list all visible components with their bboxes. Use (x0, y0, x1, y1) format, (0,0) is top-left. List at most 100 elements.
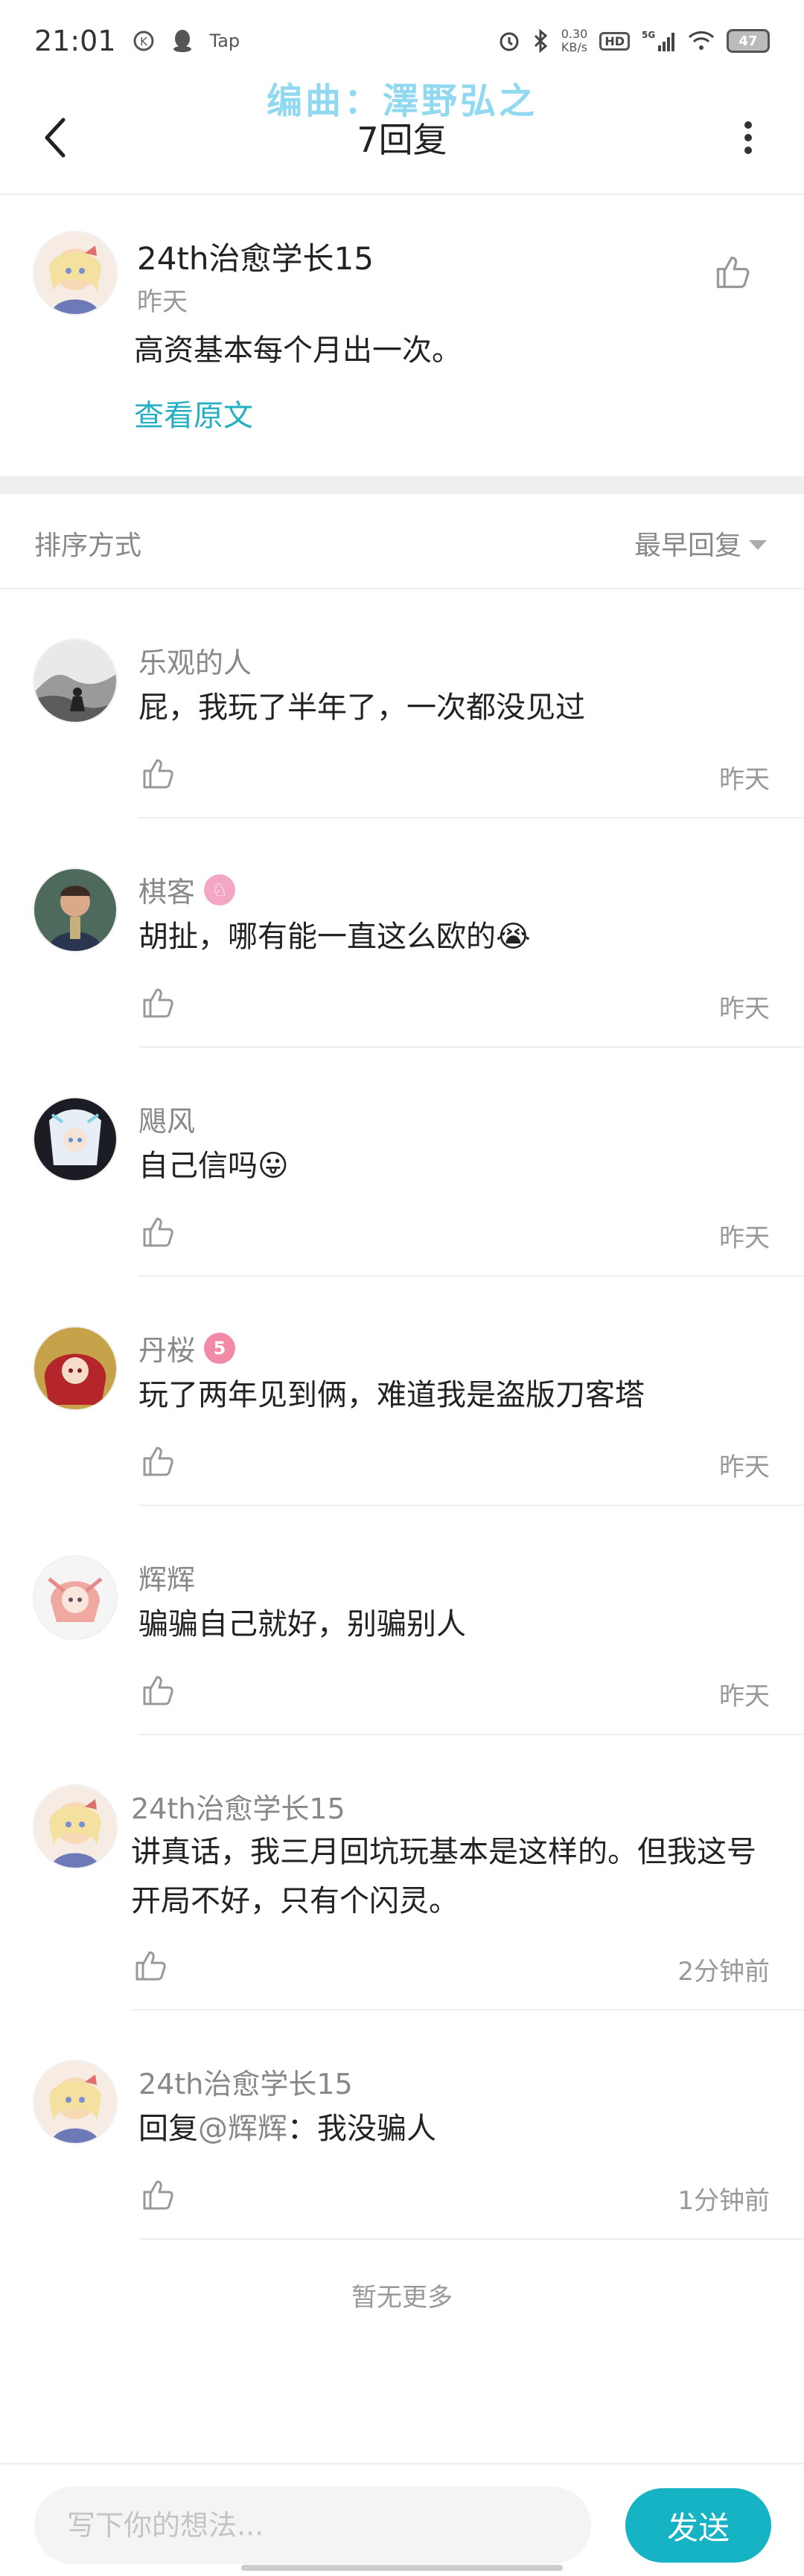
reply-prefix: 回复 (138, 2112, 198, 2146)
level-badge-icon: ♘ (204, 874, 236, 906)
bluetooth-icon (533, 29, 549, 53)
net-speed-unit: KB/s (561, 40, 588, 54)
reply-time: 2分钟前 (677, 1957, 770, 1987)
post-username[interactable]: 24th治愈学长15 (137, 234, 374, 279)
reply-item: 24th治愈学长15 讲真话，我三月回坑玩基本是这样的。但我这号开局不好，只有个… (0, 1786, 804, 2011)
page-title: 7回复 (357, 120, 447, 160)
avatar[interactable] (34, 869, 116, 951)
avatar[interactable] (34, 1786, 116, 1868)
reply-text: 屁，我玩了半年了，一次都没见过 (138, 691, 585, 725)
alarm-icon (497, 29, 521, 53)
back-button[interactable] (30, 112, 82, 164)
reply-username[interactable]: 24th治愈学长15 (131, 1786, 345, 1827)
thumbs-up-icon[interactable] (140, 2177, 176, 2213)
reply-username[interactable]: 棋客 ♘ (138, 869, 236, 910)
net-speed: 0.30 KB/s (561, 28, 588, 54)
signal-icon: 5G (642, 29, 676, 53)
reply-time: 昨天 (719, 765, 770, 795)
reply-username[interactable]: 24th治愈学长15 (138, 2061, 353, 2102)
thumbs-up-icon[interactable] (140, 756, 176, 792)
reply-item: 丹桜 5 玩了两年见到俩，难道我是盗版刀客塔 昨天 (0, 1327, 804, 1506)
reply-username-text: 辉辉 (138, 1563, 196, 1596)
home-indicator[interactable] (241, 2565, 563, 2571)
reply-divider (138, 817, 804, 818)
avatar[interactable] (34, 640, 116, 722)
section-gap (0, 476, 804, 494)
svg-text:5G: 5G (642, 30, 655, 40)
k-app-icon: K (133, 30, 155, 52)
sort-label: 排序方式 (34, 531, 142, 561)
reply-username-text: 飓风 (138, 1105, 196, 1138)
thumbs-up-icon[interactable] (140, 1444, 176, 1479)
reply-divider (131, 2009, 804, 2011)
reply-divider (138, 1275, 804, 1277)
reply-time: 昨天 (719, 1452, 770, 1482)
reply-text: 玩了两年见到俩，难道我是盗版刀客塔 (138, 1378, 645, 1412)
thumbs-up-icon[interactable] (140, 1673, 176, 1708)
sort-divider (0, 588, 804, 589)
reply-time: 昨天 (719, 1223, 770, 1253)
header-divider (0, 193, 804, 195)
reply-text: 胡扯，哪有能一直这么欧的😭 (138, 920, 531, 954)
reply-username-text: 棋客 (138, 876, 196, 909)
original-comment: 24th治愈学长15 昨天 高资基本每个月出一次。 查看原文 (0, 223, 804, 476)
comment-composer: 发送 (0, 2463, 804, 2576)
mention-link[interactable]: @辉辉 (198, 2112, 287, 2146)
post-text: 高资基本每个月出一次。 (134, 333, 462, 368)
reply-item: 棋客 ♘ 胡扯，哪有能一直这么欧的😭 昨天 (0, 869, 804, 1048)
sort-value: 最早回复 (634, 531, 741, 561)
reply-text: 自己信吗😛 (138, 1149, 289, 1183)
reply-username-text: 乐观的人 (138, 647, 252, 679)
thumbs-up-icon[interactable] (133, 1948, 168, 1984)
hd-badge: HD (599, 31, 630, 51)
reply-divider (138, 1734, 804, 1735)
no-more-text: 暂无更多 (351, 2283, 453, 2313)
caret-down-icon (749, 539, 767, 550)
avatar[interactable] (34, 232, 116, 314)
sort-bar: 排序方式 最早回复 (0, 494, 804, 588)
reply-username[interactable]: 乐观的人 (138, 640, 252, 681)
taptap-icon: Tap (209, 31, 240, 51)
reply-divider (138, 2238, 804, 2240)
status-bar: 21:01 K Tap 0.30 KB/s HD 5G 47 (0, 0, 804, 82)
chevron-left-icon (45, 118, 66, 158)
thumbs-up-icon[interactable] (713, 253, 752, 292)
avatar[interactable] (34, 1098, 116, 1180)
comment-input[interactable] (34, 2487, 591, 2564)
reply-text: 骗骗自己就好，别骗别人 (138, 1607, 466, 1641)
top-navigation-bar: 7回复 (0, 82, 804, 193)
status-time: 21:01 (34, 25, 116, 57)
thumbs-up-icon[interactable] (140, 985, 176, 1021)
reply-text: 回复@辉辉：我没骗人 (138, 2104, 771, 2153)
reply-username-text: 24th治愈学长15 (131, 1792, 345, 1825)
level-badge-icon: 5 (204, 1332, 236, 1364)
avatar[interactable] (34, 1557, 116, 1638)
reply-item: 辉辉 骗骗自己就好，别骗别人 昨天 (0, 1557, 804, 1735)
status-left: 21:01 K Tap (34, 25, 240, 57)
view-original-link[interactable]: 查看原文 (134, 391, 253, 435)
reply-item: 乐观的人 屁，我玩了半年了，一次都没见过 昨天 (0, 640, 804, 818)
send-button[interactable]: 发送 (625, 2488, 771, 2563)
reply-username-text: 丹桜 (138, 1334, 196, 1367)
net-speed-value: 0.30 (561, 27, 588, 41)
reply-item: 24th治愈学长15 回复@辉辉：我没骗人 1分钟前 (0, 2061, 804, 2240)
qq-icon (171, 28, 194, 54)
reply-time: 昨天 (719, 1682, 770, 1711)
thumbs-up-icon[interactable] (140, 1214, 176, 1250)
wifi-icon (688, 30, 715, 52)
reply-username[interactable]: 丹桜 5 (138, 1327, 236, 1368)
reply-divider (138, 1046, 804, 1048)
avatar[interactable] (34, 1327, 116, 1409)
more-options-button[interactable] (722, 112, 774, 164)
reply-divider (138, 1505, 804, 1506)
more-vertical-icon (744, 121, 752, 154)
avatar[interactable] (34, 2061, 116, 2143)
svg-text:K: K (140, 35, 148, 48)
sort-dropdown[interactable]: 最早回复 (634, 524, 767, 563)
reply-username[interactable]: 飓风 (138, 1098, 195, 1139)
reply-time: 昨天 (719, 994, 770, 1024)
reply-username[interactable]: 辉辉 (138, 1557, 195, 1598)
battery-icon: 47 (727, 29, 770, 53)
reply-body: ：我没骗人 (287, 2112, 436, 2146)
reply-item: 飓风 自己信吗😛 昨天 (0, 1098, 804, 1277)
